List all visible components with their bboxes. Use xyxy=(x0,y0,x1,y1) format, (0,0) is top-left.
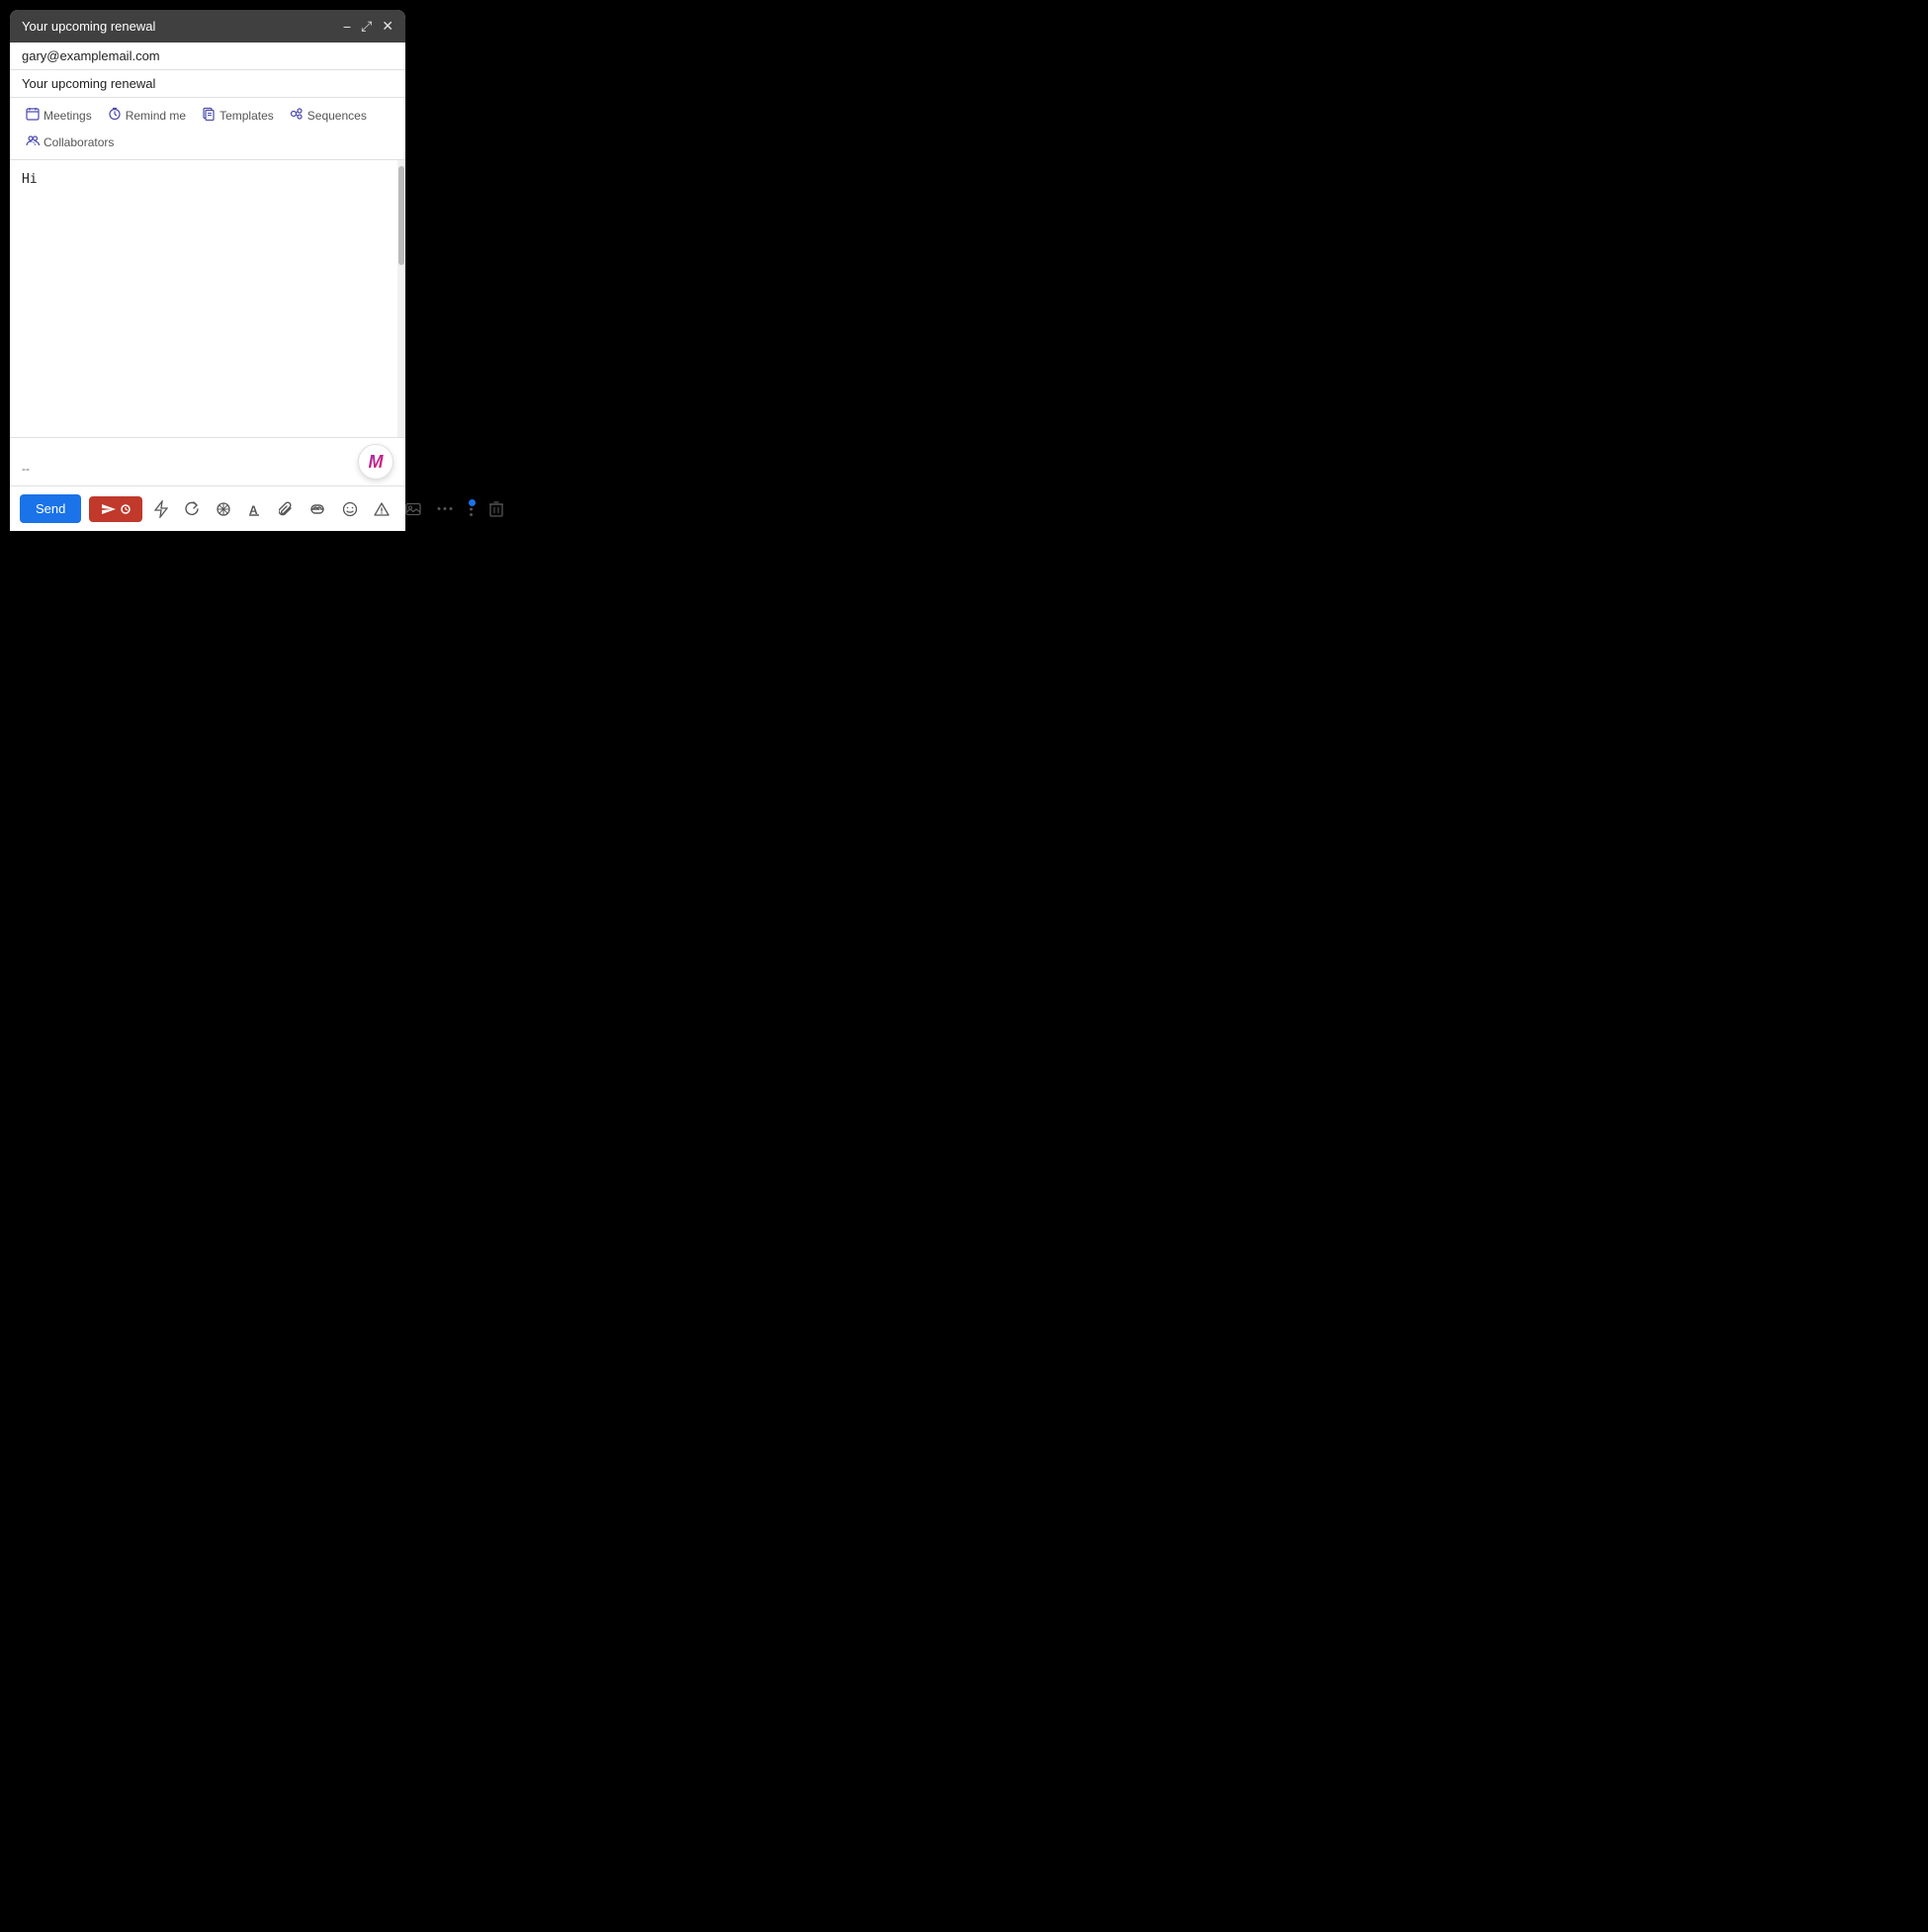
meetings-icon xyxy=(26,107,40,124)
templates-button[interactable]: Templates xyxy=(196,104,280,127)
link-button[interactable] xyxy=(305,500,330,518)
compose-footer: Send xyxy=(10,485,405,531)
warning-icon xyxy=(374,501,390,517)
close-button[interactable]: ✕ xyxy=(382,18,394,35)
lightning-icon xyxy=(154,500,168,518)
templates-icon xyxy=(202,107,216,124)
emoji-button[interactable] xyxy=(338,497,362,521)
collaborators-button[interactable]: Collaborators xyxy=(20,131,120,153)
clock-icon xyxy=(121,504,131,514)
notification-dot xyxy=(469,499,476,506)
emoji-icon xyxy=(342,501,358,517)
more-vert-button[interactable] xyxy=(465,497,478,521)
window-controls: − ⤢ ✕ xyxy=(343,18,394,35)
send-icon xyxy=(101,503,117,515)
lightning-button[interactable] xyxy=(150,496,172,522)
warning-button[interactable] xyxy=(370,497,394,521)
avatar-area: -- M xyxy=(10,437,405,485)
remind-me-button[interactable]: Remind me xyxy=(102,104,192,127)
templates-label: Templates xyxy=(219,109,274,123)
compose-header: Your upcoming renewal − ⤢ ✕ xyxy=(10,10,405,43)
compose-window: Your upcoming renewal − ⤢ ✕ Meetings xyxy=(10,10,405,531)
more-button[interactable] xyxy=(433,502,457,515)
text-format-icon: A xyxy=(247,501,263,517)
attach-button[interactable] xyxy=(275,496,297,522)
collaborators-icon xyxy=(26,133,40,150)
sequences-label: Sequences xyxy=(307,109,367,123)
meetings-button[interactable]: Meetings xyxy=(20,104,98,127)
more-icon xyxy=(437,506,453,511)
image-icon xyxy=(405,502,421,516)
compose-toolbar: Meetings Remind me xyxy=(10,98,405,160)
maximize-button[interactable]: ⤢ xyxy=(361,18,372,35)
attach-icon xyxy=(279,500,293,518)
scrollbar[interactable] xyxy=(397,160,405,437)
minimize-button[interactable]: − xyxy=(343,19,351,35)
compose-body: Hi xyxy=(10,160,405,437)
refresh-icon xyxy=(184,501,200,517)
subject-field xyxy=(10,70,405,98)
sequences-button[interactable]: Sequences xyxy=(284,104,373,127)
send-button[interactable]: Send xyxy=(20,494,81,523)
signature-text: -- xyxy=(22,462,30,476)
sequences-icon xyxy=(290,107,304,124)
to-field xyxy=(10,43,405,70)
avatar-letter: M xyxy=(369,452,384,473)
image-button[interactable] xyxy=(401,498,425,520)
window-title: Your upcoming renewal xyxy=(22,19,155,34)
remind-me-label: Remind me xyxy=(126,109,186,123)
link-icon xyxy=(308,504,326,514)
sparkle-button[interactable] xyxy=(212,497,235,521)
refresh-button[interactable] xyxy=(180,497,204,521)
send-options-button[interactable] xyxy=(89,496,142,522)
text-format-button[interactable]: A xyxy=(243,497,267,521)
subject-input[interactable] xyxy=(22,76,394,91)
remind-icon xyxy=(108,107,122,124)
trash-button[interactable] xyxy=(485,497,507,521)
scrollbar-thumb xyxy=(398,166,404,265)
body-textarea[interactable]: Hi xyxy=(10,160,397,437)
sparkle-icon xyxy=(216,501,231,517)
collaborators-label: Collaborators xyxy=(44,135,114,149)
trash-icon xyxy=(489,501,503,517)
avatar[interactable]: M xyxy=(358,444,394,480)
to-input[interactable] xyxy=(22,48,394,63)
meetings-label: Meetings xyxy=(44,109,92,123)
